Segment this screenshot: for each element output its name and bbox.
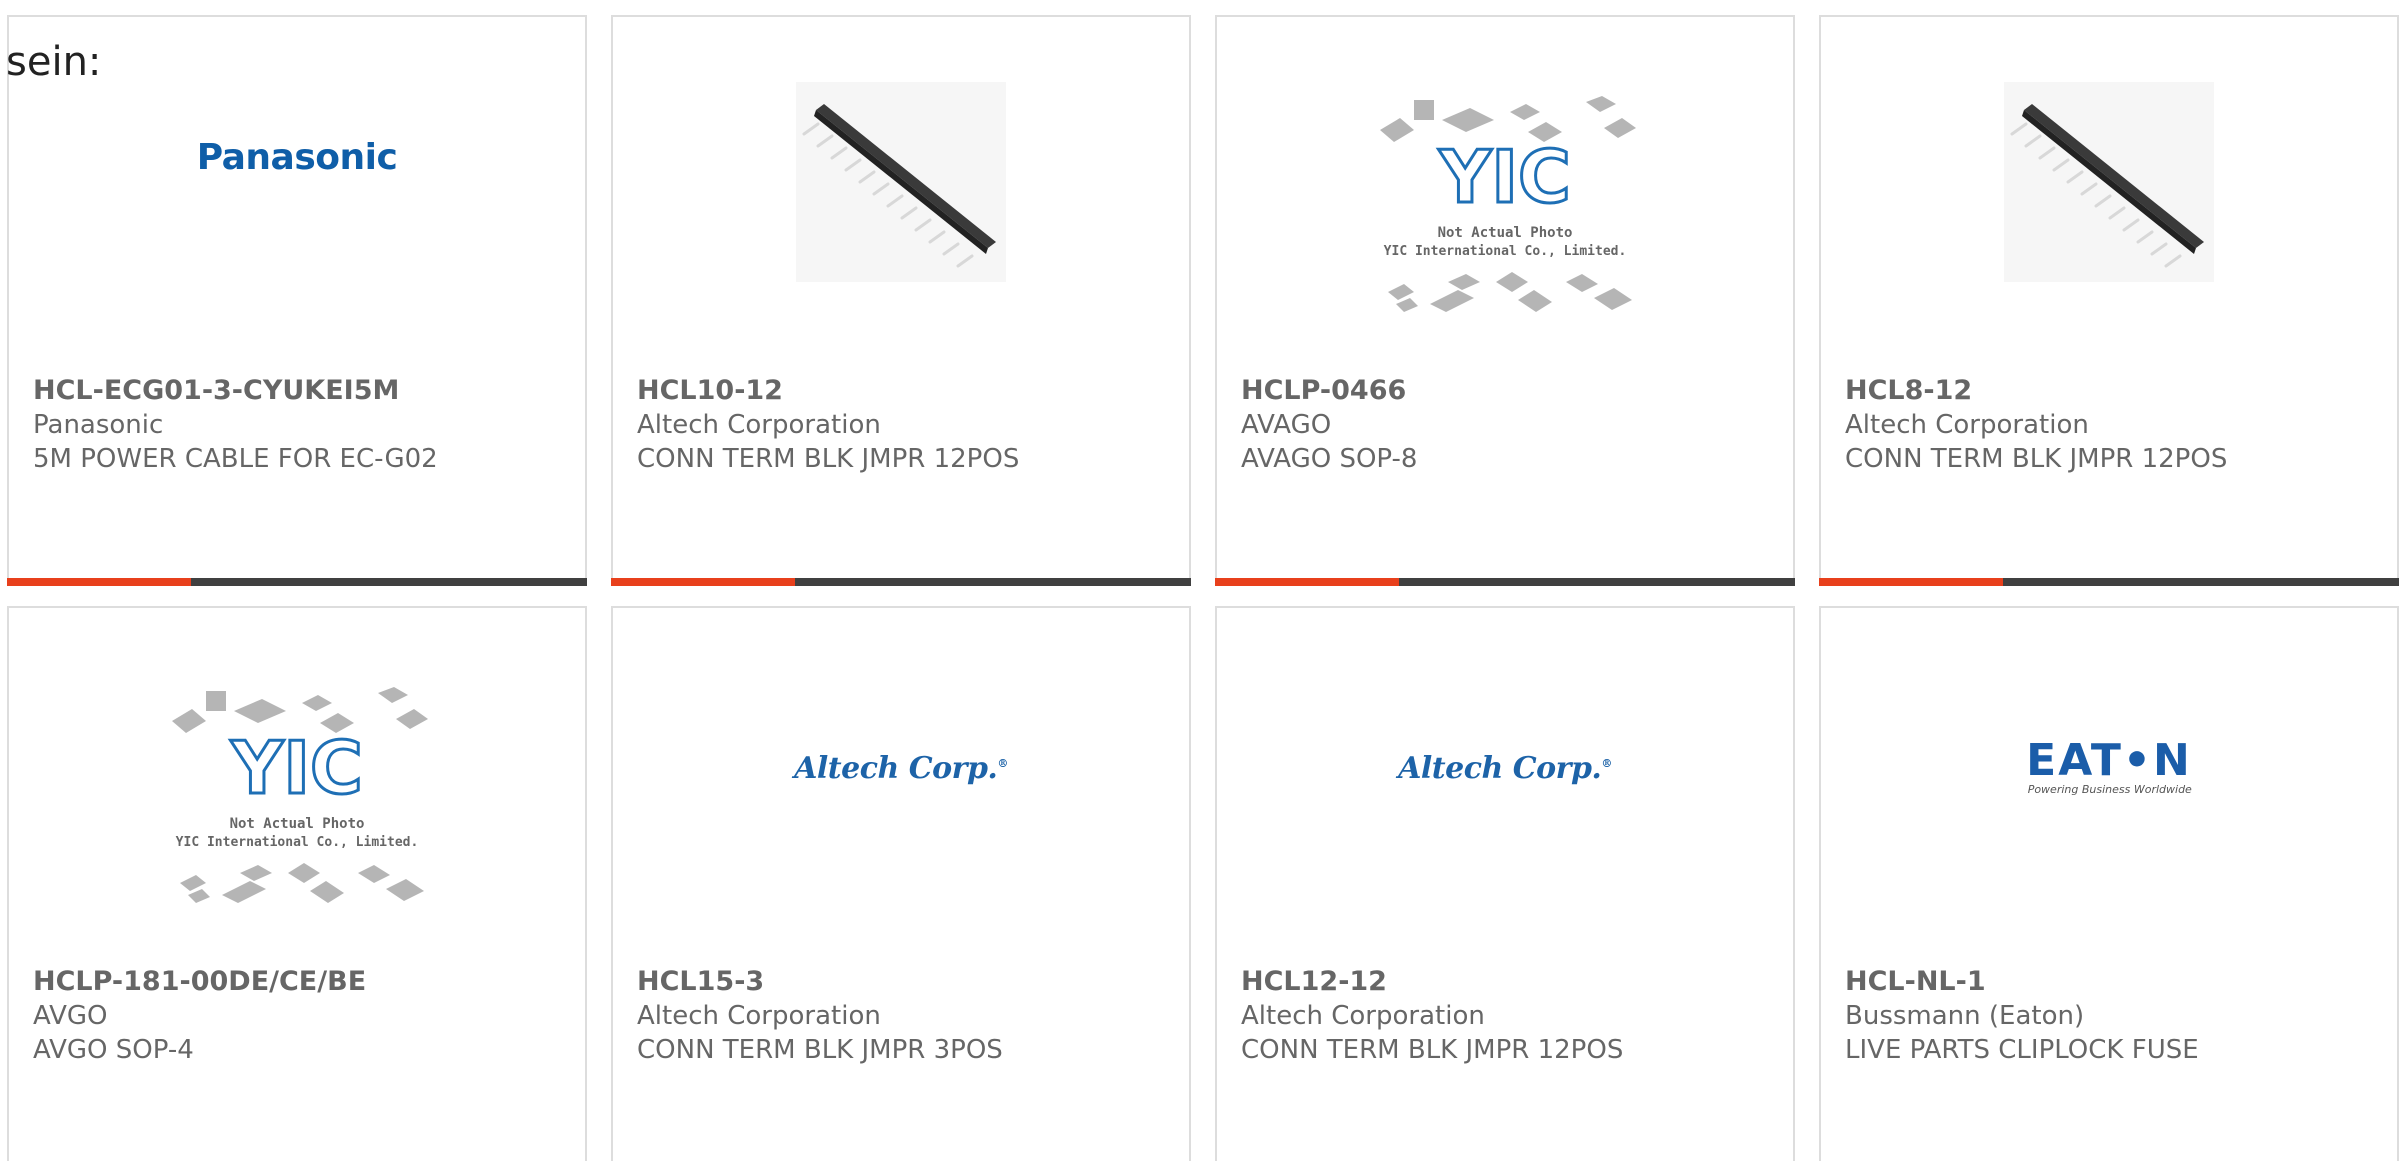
part-number-link[interactable]: HCL10-12: [637, 374, 1179, 408]
product-description: AVGO SOP-4: [33, 1035, 194, 1065]
yic-placeholder-image: YIC Not Actual Photo YIC International C…: [172, 687, 428, 903]
product-description: CONN TERM BLK JMPR 12POS: [1845, 444, 2228, 474]
card-accent-bar: [611, 578, 1191, 586]
product-card[interactable]: EAT•N Powering Business Worldwide HCL-NL…: [1819, 606, 2399, 1161]
intro-text: sein:: [6, 39, 102, 85]
yic-placeholder-image: YIC Not Actual Photo YIC International C…: [1380, 96, 1636, 312]
part-number-link[interactable]: HCL-NL-1: [1845, 965, 2387, 999]
eaton-logo: EAT•N Powering Business Worldwide: [2026, 735, 2192, 797]
part-number-link[interactable]: HCL12-12: [1241, 965, 1783, 999]
panasonic-logo: Panasonic: [196, 136, 398, 178]
product-image[interactable]: [1821, 17, 2397, 347]
svg-text:YIC International Co., Limited: YIC International Co., Limited.: [176, 835, 419, 850]
part-number-link[interactable]: HCL-ECG01-3-CYUKEI5M: [33, 374, 575, 408]
manufacturer-name: Altech Corporation: [1241, 1001, 1485, 1031]
product-image[interactable]: Altech Corp.®: [1217, 608, 1793, 938]
manufacturer-name: Altech Corporation: [637, 410, 881, 440]
svg-text:Not Actual Photo: Not Actual Photo: [230, 816, 365, 832]
product-image[interactable]: Altech Corp.®: [613, 608, 1189, 938]
part-number-link[interactable]: HCLP-0466: [1241, 374, 1783, 408]
part-number-link[interactable]: HCL8-12: [1845, 374, 2387, 408]
card-accent-bar: [1819, 578, 2399, 586]
part-number-link[interactable]: HCLP-181-00DE/CE/BE: [33, 965, 575, 999]
manufacturer-name: Altech Corporation: [1845, 410, 2089, 440]
manufacturer-name: AVAGO: [1241, 410, 1332, 440]
product-grid: Panasonic HCL-ECG01-3-CYUKEI5M Panasonic…: [0, 0, 2400, 1161]
product-card[interactable]: Panasonic HCL-ECG01-3-CYUKEI5M Panasonic…: [7, 15, 587, 586]
manufacturer-name: Bussmann (Eaton): [1845, 1001, 2085, 1031]
card-accent-bar: [7, 578, 587, 586]
jumper-strip-photo: [796, 82, 1006, 282]
manufacturer-name: Panasonic: [33, 410, 164, 440]
svg-text:YIC International Co., Limited: YIC International Co., Limited.: [1384, 244, 1627, 259]
product-description: LIVE PARTS CLIPLOCK FUSE: [1845, 1035, 2199, 1065]
product-card[interactable]: YIC Not Actual Photo YIC International C…: [7, 606, 587, 1161]
card-accent-bar: [1215, 578, 1795, 586]
product-grid-page: sein: Panasonic HCL-ECG01-3-CYUKEI5M Pan…: [0, 0, 2400, 1161]
product-card[interactable]: Altech Corp.® HCL12-12 Altech Corporatio…: [1215, 606, 1795, 1161]
part-number-link[interactable]: HCL15-3: [637, 965, 1179, 999]
altech-logo: Altech Corp.®: [794, 750, 1008, 786]
product-card[interactable]: Altech Corp.® HCL15-3 Altech Corporation…: [611, 606, 1191, 1161]
product-image[interactable]: YIC Not Actual Photo YIC International C…: [1217, 17, 1793, 347]
product-description: AVAGO SOP-8: [1241, 444, 1418, 474]
yic-logo-text: YIC: [230, 726, 363, 810]
manufacturer-name: AVGO: [33, 1001, 108, 1031]
svg-text:Not Actual Photo: Not Actual Photo: [1438, 225, 1573, 241]
product-card[interactable]: HCL8-12 Altech Corporation CONN TERM BLK…: [1819, 15, 2399, 586]
product-image[interactable]: [613, 17, 1189, 347]
product-description: CONN TERM BLK JMPR 3POS: [637, 1035, 1003, 1065]
product-card[interactable]: HCL10-12 Altech Corporation CONN TERM BL…: [611, 15, 1191, 586]
manufacturer-name: Altech Corporation: [637, 1001, 881, 1031]
product-image[interactable]: YIC Not Actual Photo YIC International C…: [9, 608, 585, 938]
altech-logo: Altech Corp.®: [1398, 750, 1612, 786]
product-image[interactable]: EAT•N Powering Business Worldwide: [1821, 608, 2397, 938]
jumper-strip-photo: [2004, 82, 2214, 282]
product-description: CONN TERM BLK JMPR 12POS: [637, 444, 1020, 474]
product-card[interactable]: YIC Not Actual Photo YIC International C…: [1215, 15, 1795, 586]
product-description: CONN TERM BLK JMPR 12POS: [1241, 1035, 1624, 1065]
product-description: 5M POWER CABLE FOR EC-G02: [33, 444, 438, 474]
yic-logo-text: YIC: [1438, 135, 1571, 219]
